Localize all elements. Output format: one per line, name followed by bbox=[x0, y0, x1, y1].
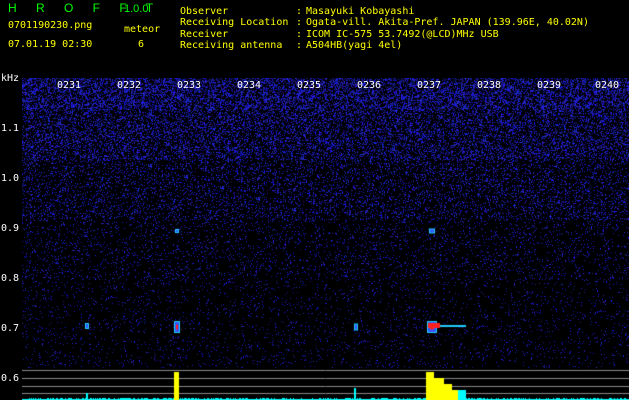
location-label: Receiving Location bbox=[180, 17, 289, 28]
time-tick-label: 0233 bbox=[176, 80, 202, 91]
antenna-colon: : bbox=[296, 40, 303, 51]
antenna-value: A504HB(yagi 4el) bbox=[306, 40, 403, 51]
location-colon: : bbox=[296, 17, 303, 28]
hrofft-window: H R O F F T 1.0.0 0701190230.png meteor … bbox=[0, 0, 629, 400]
time-tick-label: 0239 bbox=[536, 80, 562, 91]
capture-datetime: 07.01.19 02:30 bbox=[8, 39, 93, 50]
time-tick-label: 0234 bbox=[236, 80, 262, 91]
time-tick-label: 0240 bbox=[594, 80, 620, 91]
spectrogram-plot bbox=[22, 78, 629, 400]
meteor-label: meteor bbox=[124, 24, 161, 35]
freq-tick-label: 1.1 bbox=[1, 123, 20, 134]
freq-tick-label: 0.7 bbox=[1, 323, 20, 334]
freq-tick-label: 0.9 bbox=[1, 223, 20, 234]
meteor-count: 6 bbox=[138, 39, 145, 50]
time-tick-label: 0236 bbox=[356, 80, 382, 91]
time-tick-label: 0232 bbox=[116, 80, 142, 91]
image-filename: 0701190230.png bbox=[8, 20, 93, 31]
time-tick-label: 0238 bbox=[476, 80, 502, 91]
freq-tick-label: 0.6 bbox=[1, 373, 20, 384]
freq-unit-label: kHz bbox=[1, 73, 20, 84]
freq-tick-label: 1.0 bbox=[1, 173, 20, 184]
location-value: Ogata-vill. Akita-Pref. JAPAN (139.96E, … bbox=[306, 17, 589, 28]
antenna-label: Receiving antenna bbox=[180, 40, 283, 51]
freq-tick-label: 0.8 bbox=[1, 273, 20, 284]
app-version: 1.0.0 bbox=[124, 3, 149, 15]
time-tick-label: 0235 bbox=[296, 80, 322, 91]
time-tick-label: 0237 bbox=[416, 80, 442, 91]
time-tick-label: 0231 bbox=[56, 80, 82, 91]
